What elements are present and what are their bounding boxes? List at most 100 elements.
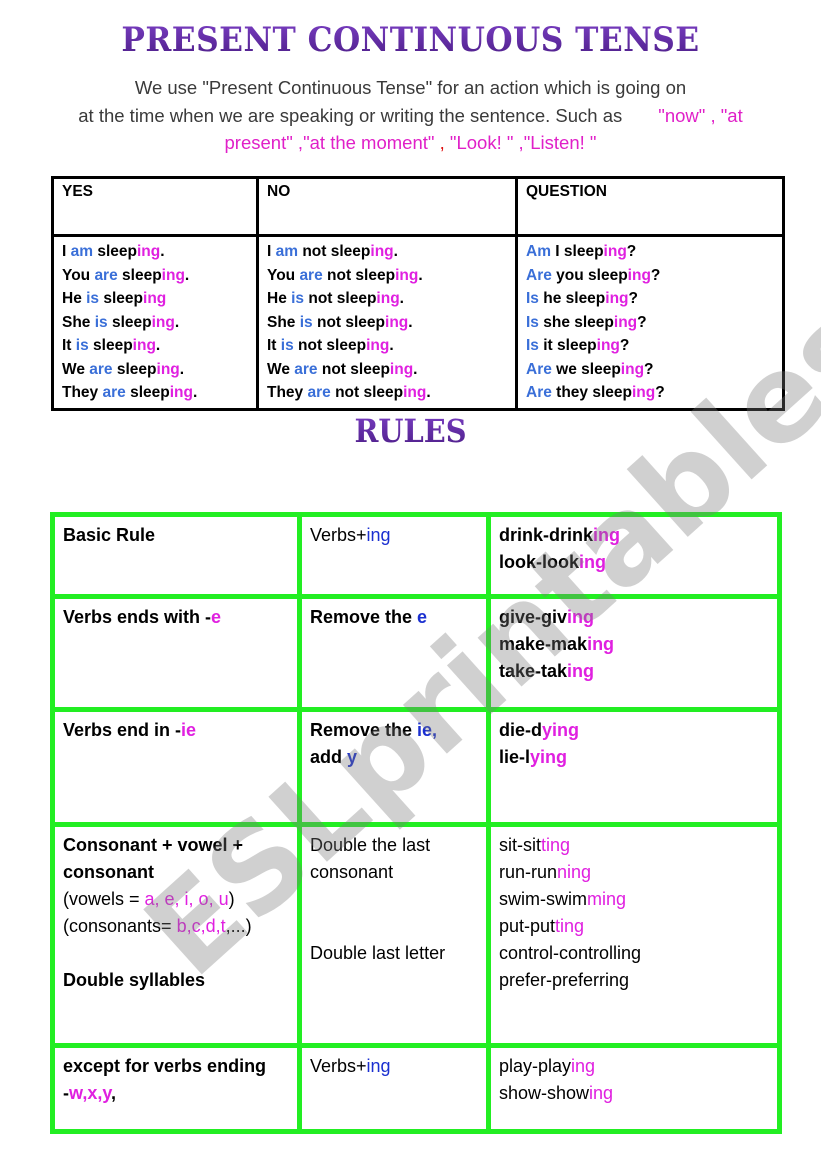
- auxiliary-verb: am: [275, 243, 299, 260]
- example-suffix: ing: [567, 607, 595, 627]
- ing-suffix: ing: [156, 360, 180, 378]
- example-item: sit-sitting: [499, 832, 769, 859]
- sentence-part: we sleep: [551, 360, 621, 378]
- ing-suffix: ing: [389, 360, 414, 378]
- sentence-part: ?: [637, 313, 647, 331]
- sentence-part: I: [62, 243, 71, 260]
- example-suffix: ing: [571, 1056, 596, 1076]
- example-item: show-showing: [499, 1080, 769, 1107]
- sentence-part: you sleep: [551, 266, 628, 284]
- example-item: play-playing: [499, 1053, 769, 1080]
- no-line: It is not sleeping.: [267, 334, 507, 358]
- consonants-note: (consonants= b,c,d,t,...): [63, 913, 289, 940]
- no-line: We are not sleeping.: [267, 358, 507, 382]
- sentence-part: It: [62, 337, 76, 354]
- sentence-part: .: [184, 266, 190, 284]
- sentence-part: not sleep: [330, 384, 404, 401]
- yes-line: I am sleeping.: [62, 240, 248, 264]
- rule-name: Verbs end in -ie: [50, 707, 302, 827]
- sentence-part: .: [155, 337, 161, 354]
- vowels-list: a, e, i, o, u: [144, 889, 229, 909]
- example-present: present" ,"at the moment": [224, 132, 435, 153]
- ing-suffix: ing: [385, 313, 409, 331]
- rule-how: Double the last consonant Double last le…: [297, 822, 491, 1048]
- auxiliary-verb: are: [307, 384, 331, 401]
- auxiliary-verb: am: [70, 243, 94, 260]
- example-base: drink-drink: [499, 525, 594, 545]
- page-title: PRESENT CONTINUOUS TENSE: [33, 20, 788, 60]
- sentence-part: ?: [644, 360, 654, 378]
- no-line: He is not sleeping.: [267, 287, 507, 311]
- ing-suffix: ing: [403, 384, 427, 401]
- rules-table: Basic Rule Verbs+ing drink-drinking look-…: [50, 512, 782, 1134]
- sentence-part: .: [418, 266, 423, 284]
- rule-examples: sit-sitting run-running swim-swimming put-p…: [486, 822, 782, 1048]
- rule-how: Verbs+ing: [297, 512, 491, 599]
- example-base: show-show: [499, 1083, 590, 1103]
- example-suffix: ing: [579, 552, 606, 572]
- auxiliary-verb: Is: [526, 337, 539, 354]
- example-suffix: ting: [541, 835, 571, 855]
- auxiliary-verb: are: [102, 384, 126, 401]
- rule-examples: die-dying lie-lying: [486, 707, 782, 827]
- paren: ): [228, 889, 235, 909]
- sentence-part: they sleep: [551, 384, 632, 401]
- sentence-part: I sleep: [550, 243, 604, 260]
- how-text: Remove the: [310, 720, 418, 740]
- sentence-part: .: [393, 243, 398, 260]
- vowels-note: (vowels = a, e, i, o, u): [63, 886, 289, 913]
- ending-letters: w,x,y: [69, 1083, 112, 1103]
- auxiliary-verb: are: [294, 360, 318, 378]
- rule-how: Verbs+ing: [297, 1043, 491, 1134]
- sentence-part: sleep: [107, 313, 152, 331]
- example-suffix: ming: [586, 889, 626, 909]
- question-line: Is she sleeping?: [526, 311, 774, 335]
- rule-how: Remove the e: [297, 594, 491, 712]
- rule-text: except for verbs ending: [63, 1056, 267, 1076]
- sentence-part: You: [62, 266, 95, 284]
- auxiliary-verb: Is: [526, 290, 539, 307]
- ing-suffix: ing: [613, 313, 638, 331]
- rule-text: Verbs ends with -: [63, 607, 212, 627]
- sentence-part: she sleep: [538, 313, 614, 331]
- sentence-part: ?: [650, 266, 661, 284]
- sentence-part: not sleep: [312, 313, 386, 331]
- vowels-label: (vowels =: [63, 889, 145, 909]
- ing-suffix: ing: [620, 360, 645, 378]
- rule-examples: drink-drinking look-looking: [486, 512, 782, 599]
- sentence-part: sleep: [88, 337, 133, 354]
- example-item: control-controlling: [499, 940, 769, 967]
- example-base: give-giv: [499, 607, 568, 627]
- consonants-list: b,c,d,t: [176, 916, 226, 936]
- example-suffix: ing: [589, 1083, 614, 1103]
- example-base: prefer-preferring: [499, 970, 630, 990]
- ing-suffix: ing: [136, 243, 161, 260]
- auxiliary-verb: Are: [526, 384, 552, 401]
- yes-line: It is sleeping.: [62, 334, 248, 358]
- ing-suffix: ing: [370, 243, 394, 260]
- rule-examples: give-giving make-making take-taking: [486, 594, 782, 712]
- ing-suffix: ing: [376, 290, 400, 307]
- header-no: NO: [256, 176, 518, 237]
- conjugation-body-row: I am sleeping. You are sleeping. He is sle…: [51, 234, 785, 411]
- sentence-part: sleep: [93, 243, 137, 260]
- sentence-part: We: [267, 360, 295, 378]
- sentence-part: .: [192, 384, 198, 401]
- how-suffix: ing: [366, 525, 391, 545]
- example-suffix: ing: [593, 525, 621, 545]
- sentence-part: .: [408, 313, 413, 331]
- no-line: They are not sleeping.: [267, 381, 507, 405]
- sentence-part: sleep: [117, 266, 162, 284]
- ing-suffix: ing: [132, 337, 156, 354]
- sentence-part: it sleep: [538, 337, 597, 354]
- question-line: Am I sleeping?: [526, 240, 774, 264]
- sentence-part: ?: [619, 337, 630, 354]
- example-item: give-giving: [499, 604, 769, 631]
- example-base: put-put: [499, 916, 556, 936]
- no-line: You are not sleeping.: [267, 264, 507, 288]
- sentence-part: .: [174, 313, 180, 331]
- sentence-part: ?: [628, 290, 638, 307]
- ing-suffix: ing: [605, 290, 629, 307]
- example-item: run-running: [499, 859, 769, 886]
- yes-line: You are sleeping.: [62, 264, 248, 288]
